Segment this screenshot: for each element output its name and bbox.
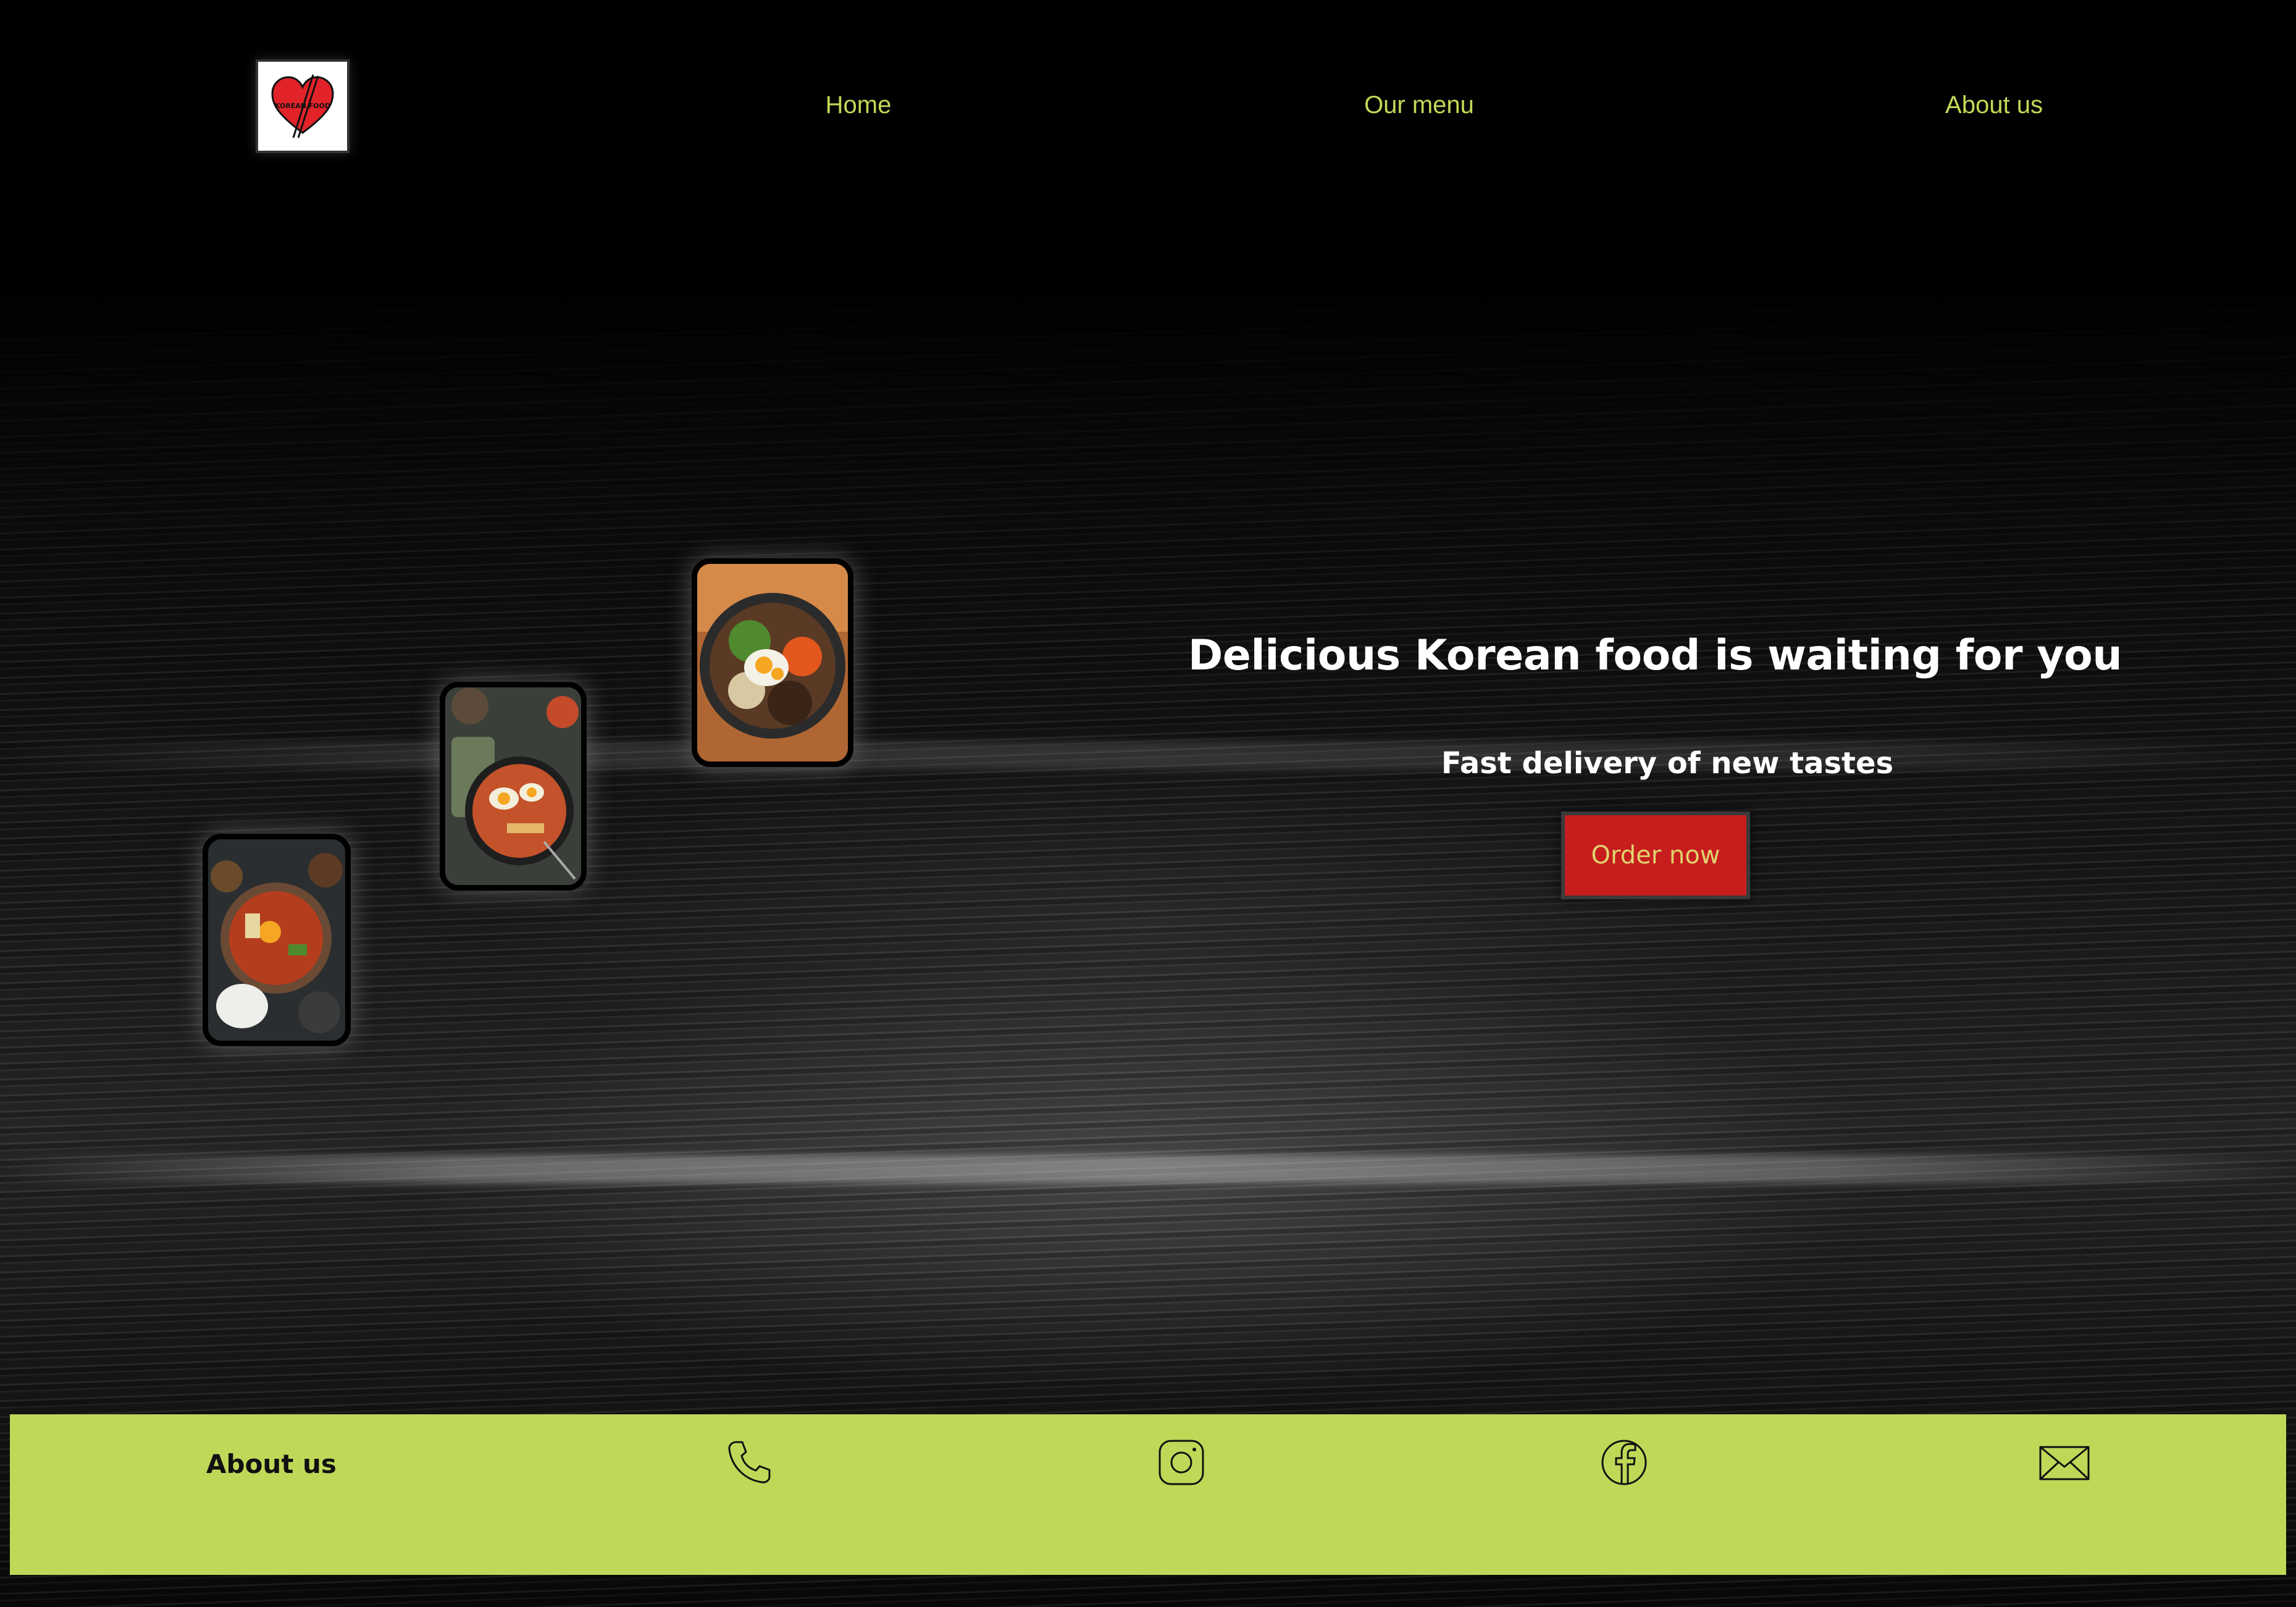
nav-home[interactable]: Home [826,91,892,119]
food-image-ramen [440,682,587,891]
wood-plank-highlight [0,741,2296,770]
facebook-icon[interactable] [1598,1436,1651,1489]
hero-subtitle: Fast delivery of new tastes [1441,746,1894,781]
hero-title: Delicious Korean food is waiting for you [1188,631,2122,680]
stew-icon [208,839,345,1041]
footer-about-us[interactable]: About us [206,1449,337,1479]
heart-logo-icon: KOREAN FOOD [271,74,334,138]
nav-our-menu[interactable]: Our menu [1364,91,1474,119]
food-image-stew [203,834,351,1046]
bibimbap-icon [697,564,848,762]
nav-about-us[interactable]: About us [1945,91,2043,119]
svg-text:KOREAN FOOD: KOREAN FOOD [275,102,330,110]
order-now-button[interactable]: Order now [1561,812,1750,899]
mail-icon[interactable] [2038,1436,2091,1489]
ramen-icon [445,687,581,885]
wood-plank-highlight [0,1155,2296,1183]
food-image-bibimbap [692,558,853,767]
phone-icon[interactable] [723,1436,776,1489]
logo[interactable]: KOREAN FOOD [256,59,350,153]
instagram-icon[interactable] [1155,1436,1208,1489]
footer: About us [10,1414,2286,1575]
